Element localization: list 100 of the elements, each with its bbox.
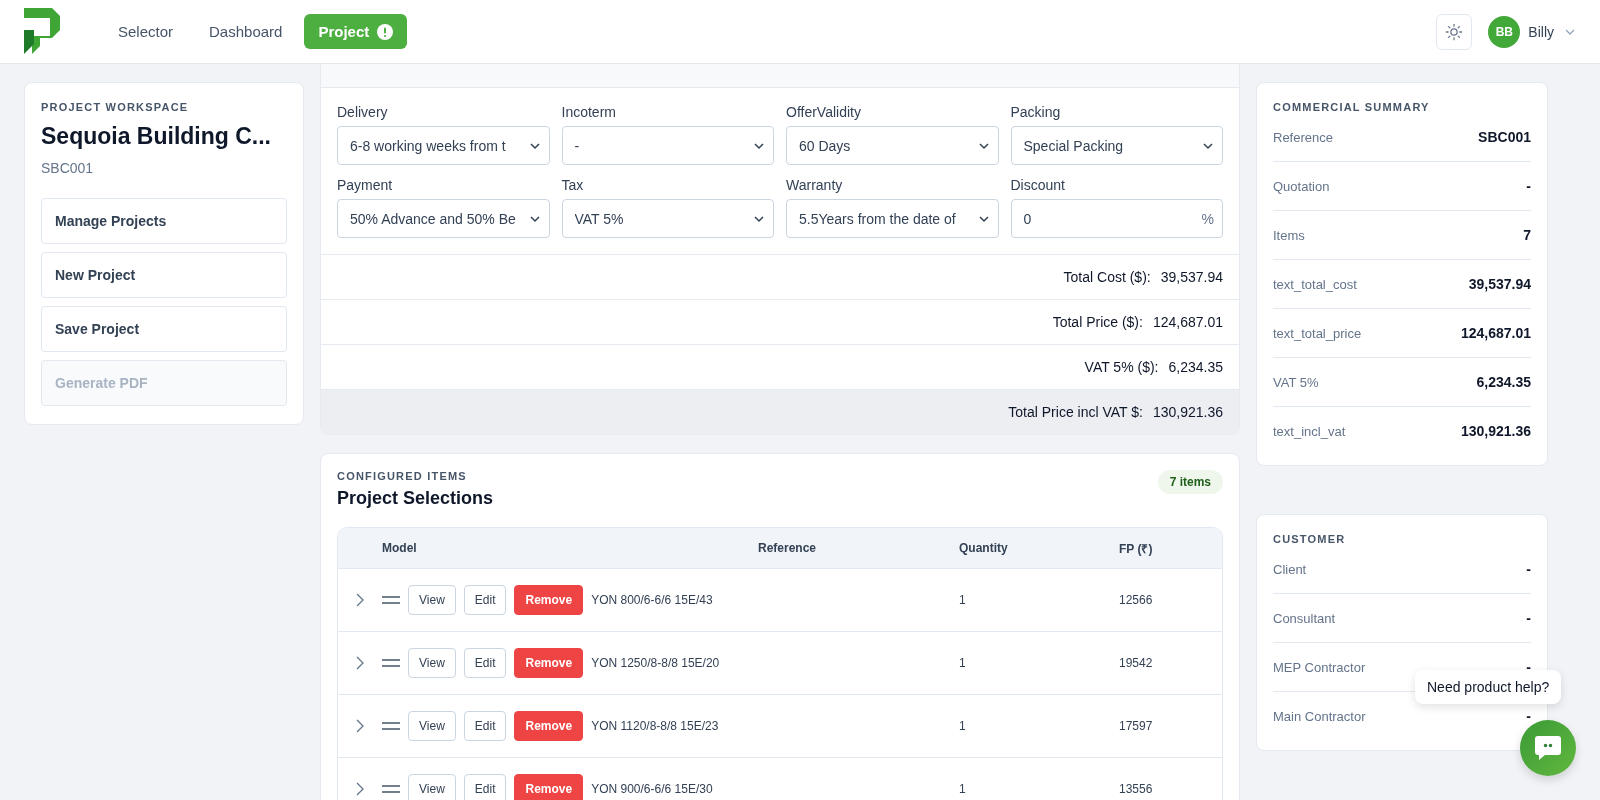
- nav-tab[interactable]: Dashboard: [195, 14, 297, 49]
- customer-value: -: [1526, 561, 1531, 577]
- chat-button[interactable]: [1520, 720, 1576, 776]
- select-field[interactable]: 6-8 working weeks from t: [337, 126, 550, 165]
- chat-icon: [1533, 733, 1563, 763]
- table-cell-text: 1: [959, 719, 967, 733]
- field-label: Warranty: [786, 177, 843, 193]
- summary-label: text_total_cost: [1273, 276, 1357, 292]
- field-label: Packing: [1010, 104, 1061, 120]
- sidebar-button[interactable]: Save Project: [41, 306, 287, 352]
- expand-chevron-icon[interactable]: [355, 656, 365, 670]
- select-field[interactable]: 5.5Years from the date of: [786, 199, 999, 238]
- summary-label: text_incl_vat: [1273, 423, 1346, 439]
- field-label: Tax: [561, 177, 584, 193]
- section-label: CONFIGURED ITEMS: [337, 470, 468, 482]
- total-value: 130,921.36: [1152, 404, 1223, 420]
- sidebar-button[interactable]: Manage Projects: [41, 198, 287, 244]
- drag-handle-icon[interactable]: [382, 721, 400, 731]
- drag-handle-icon[interactable]: [382, 658, 400, 668]
- table-cell: YON 900/6-6/6 15E/30: [591, 782, 713, 796]
- count-badge: 7 items: [1157, 470, 1223, 494]
- summary-value: 130,921.36: [1460, 423, 1531, 439]
- summary-label: Items: [1273, 227, 1305, 243]
- customer-label: MEP Contractor: [1273, 659, 1366, 675]
- total-value: 39,537.94: [1160, 269, 1223, 285]
- table-cell-text: 1: [959, 782, 967, 796]
- total-label: VAT 5% ($):: [1084, 359, 1159, 375]
- summary-value: 124,687.01: [1460, 325, 1531, 341]
- total-value: 124,687.01: [1152, 314, 1223, 330]
- select-field[interactable]: 60 Days: [786, 126, 999, 165]
- edit-button[interactable]: Edit: [463, 711, 507, 741]
- help-tooltip: Need product help?: [1415, 670, 1562, 704]
- section-label: CUSTOMER: [1273, 533, 1347, 545]
- project-title: Sequoia Building C...: [41, 123, 272, 150]
- expand-chevron-icon[interactable]: [355, 782, 365, 796]
- edit-button[interactable]: Edit: [463, 774, 507, 800]
- customer-label: Main Contractor: [1273, 708, 1366, 724]
- view-button[interactable]: View: [408, 585, 456, 615]
- input-field[interactable]: 0 %: [1010, 199, 1223, 238]
- section-label: COMMERCIAL SUMMARY: [1273, 101, 1431, 113]
- total-label: Total Price incl VAT $:: [1008, 404, 1143, 420]
- summary-value: -: [1526, 178, 1531, 194]
- field-label: Delivery: [337, 104, 388, 120]
- summary-label: VAT 5%: [1273, 374, 1319, 390]
- table-cell-text: 17597: [1119, 719, 1154, 733]
- summary-label: text_total_price: [1273, 325, 1362, 341]
- expand-chevron-icon[interactable]: [355, 719, 365, 733]
- theme-toggle-button[interactable]: [1436, 13, 1473, 50]
- logo-icon[interactable]: [24, 7, 60, 56]
- table-cell-text: 19542: [1119, 656, 1154, 670]
- remove-button[interactable]: Remove: [514, 648, 584, 678]
- select-field[interactable]: VAT 5%: [561, 199, 774, 238]
- summary-value: 6,234.35: [1476, 374, 1531, 390]
- field-label: Payment: [337, 177, 393, 193]
- column-header: FP (₹): [1119, 540, 1154, 557]
- expand-chevron-icon[interactable]: [355, 593, 365, 607]
- drag-handle-icon[interactable]: [382, 784, 400, 794]
- field-label: OfferValidity: [786, 104, 861, 120]
- field-label: Incoterm: [561, 104, 616, 120]
- sidebar-button[interactable]: New Project: [41, 252, 287, 298]
- view-button[interactable]: View: [408, 774, 456, 800]
- edit-button[interactable]: Edit: [463, 648, 507, 678]
- select-field[interactable]: -: [561, 126, 774, 165]
- select-field[interactable]: 50% Advance and 50% Be: [337, 199, 550, 238]
- column-header: Model: [382, 541, 418, 555]
- total-label: Total Price ($):: [1052, 314, 1143, 330]
- edit-button[interactable]: Edit: [463, 585, 507, 615]
- table-cell-text: 12566: [1119, 593, 1154, 607]
- table-cell-text: 1: [959, 593, 967, 607]
- section-title: Project Selections: [337, 488, 494, 509]
- summary-value: 39,537.94: [1468, 276, 1531, 292]
- remove-button[interactable]: Remove: [514, 711, 584, 741]
- remove-button[interactable]: Remove: [514, 774, 584, 800]
- summary-label: Quotation: [1273, 178, 1330, 194]
- select-field[interactable]: Special Packing: [1010, 126, 1223, 165]
- sun-icon: [1445, 22, 1464, 41]
- view-button[interactable]: View: [408, 711, 456, 741]
- table-cell-text: 1: [959, 656, 967, 670]
- section-label: PROJECT WORKSPACE: [41, 101, 190, 113]
- table-cell: YON 1120/8-8/8 15E/23: [591, 719, 719, 733]
- nav-tab[interactable]: Selector: [104, 14, 188, 49]
- project-code: SBC001: [41, 160, 95, 176]
- customer-value: -: [1526, 708, 1531, 724]
- table-cell: YON 800/6-6/6 15E/43: [591, 593, 713, 607]
- column-header: Quantity: [959, 541, 1009, 555]
- customer-label: Consultant: [1273, 610, 1336, 626]
- summary-value: 7: [1523, 227, 1531, 243]
- remove-button[interactable]: Remove: [514, 585, 584, 615]
- customer-label: Client: [1273, 561, 1307, 577]
- customer-value: -: [1526, 610, 1531, 626]
- user-name[interactable]: Billy: [1528, 23, 1554, 40]
- field-label: Discount: [1010, 177, 1065, 193]
- total-label: Total Cost ($):: [1063, 269, 1151, 285]
- table-cell-text: 13556: [1119, 782, 1154, 796]
- view-button[interactable]: View: [408, 648, 456, 678]
- summary-value: SBC001: [1478, 129, 1531, 145]
- column-header: Reference: [757, 541, 818, 555]
- alert-icon: [377, 23, 394, 40]
- total-value: 6,234.35: [1168, 359, 1223, 375]
- drag-handle-icon[interactable]: [382, 595, 400, 605]
